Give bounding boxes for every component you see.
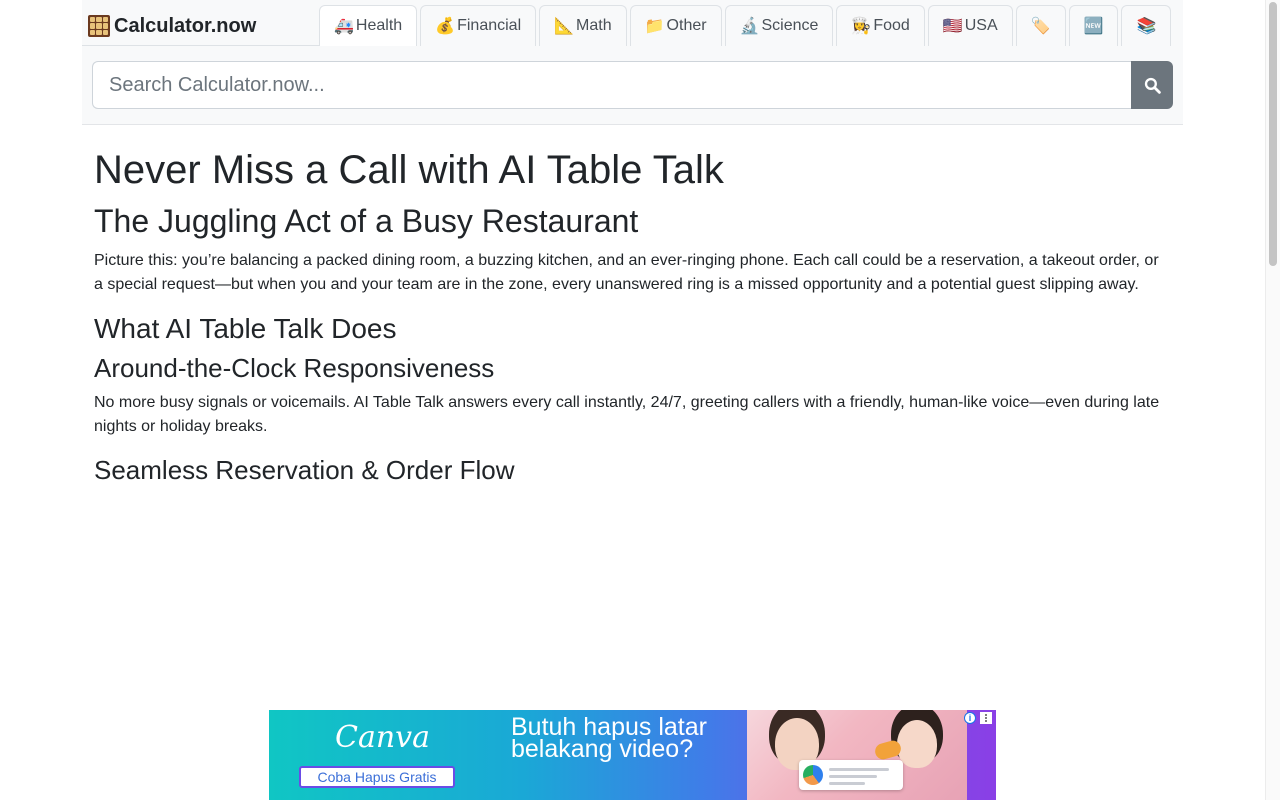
- tab-label: Science: [761, 17, 819, 34]
- ad-app-card: [799, 760, 903, 790]
- site-name: Calculator.now: [114, 14, 257, 37]
- ad-headline: Butuh hapus latar belakang video?: [511, 713, 707, 763]
- tab-divider: [82, 45, 319, 46]
- us-flag-icon: 🇺🇸: [942, 18, 963, 35]
- section-heading-what: What AI Table Talk Does: [94, 313, 397, 344]
- ad-cta-button[interactable]: Coba Hapus Gratis: [299, 766, 455, 788]
- section-heading-juggling: The Juggling Act of a Busy Restaurant: [94, 203, 639, 239]
- search-bar: [92, 61, 1173, 109]
- ad-image: [747, 710, 967, 800]
- tab-science[interactable]: 🔬 Science: [724, 5, 834, 46]
- search-input[interactable]: [92, 61, 1131, 109]
- money-bag-icon: 💰: [435, 18, 456, 35]
- ad-sticker: [873, 738, 903, 762]
- tab-new[interactable]: 🆕: [1068, 5, 1119, 46]
- tab-label: Math: [576, 17, 612, 34]
- tab-health[interactable]: 🚑 Health: [319, 5, 418, 46]
- scrollbar-thumb[interactable]: [1269, 2, 1277, 266]
- tab-other[interactable]: 📁 Other: [629, 5, 722, 46]
- tag-icon: 🏷️: [1030, 18, 1051, 35]
- tab-deals[interactable]: 🏷️: [1015, 5, 1066, 46]
- tab-food[interactable]: 👩‍🍳 Food: [836, 5, 925, 46]
- cook-icon: 👩‍🍳: [851, 18, 872, 35]
- tab-label: Other: [666, 17, 707, 34]
- article: Never Miss a Call with AI Table Talk The…: [94, 147, 1169, 493]
- ad-card-text-line: [829, 782, 865, 785]
- ad-banner[interactable]: Canva Coba Hapus Gratis Butuh hapus lata…: [269, 710, 996, 800]
- category-tabs: 🚑 Health 💰 Financial 📐 Math 📁 Other 🔬 Sc…: [319, 5, 1172, 46]
- tab-usa[interactable]: 🇺🇸 USA: [927, 5, 1013, 46]
- tab-financial[interactable]: 💰 Financial: [420, 5, 537, 46]
- tab-math[interactable]: 📐 Math: [539, 5, 627, 46]
- tab-label: Health: [355, 17, 403, 34]
- ad-card-text-line: [829, 775, 877, 778]
- ad-app-icon: [803, 765, 823, 785]
- tab-label: Food: [873, 17, 910, 34]
- ad-card-text-line: [829, 768, 889, 771]
- page-title: Never Miss a Call with AI Table Talk: [94, 148, 724, 192]
- subsection-heading-seamless: Seamless Reservation & Order Flow: [94, 455, 515, 485]
- tab-label: Financial: [457, 17, 522, 34]
- ad-info-icon[interactable]: i: [964, 712, 976, 724]
- ambulance-icon: 🚑: [334, 18, 354, 35]
- page-scrollbar[interactable]: [1265, 0, 1280, 800]
- microscope-icon: 🔬: [739, 18, 760, 35]
- ad-brand-logo: Canva: [335, 720, 430, 755]
- tab-books[interactable]: 📚: [1121, 5, 1172, 46]
- ad-menu-icon[interactable]: [980, 712, 992, 724]
- triangle-ruler-icon: 📐: [554, 18, 575, 35]
- tab-label: USA: [964, 17, 998, 34]
- subsection-paragraph-around: No more busy signals or voicemails. AI T…: [94, 394, 1160, 435]
- site-logo[interactable]: Calculator.now: [88, 8, 256, 44]
- books-icon: 📚: [1136, 18, 1157, 35]
- search-icon: [1144, 77, 1161, 94]
- new-icon: 🆕: [1083, 18, 1104, 35]
- subsection-heading-around: Around-the-Clock Responsiveness: [94, 353, 495, 383]
- section-paragraph-juggling: Picture this: you’re balancing a packed …: [94, 252, 1159, 293]
- search-button[interactable]: [1131, 61, 1173, 109]
- abacus-icon: [88, 15, 110, 37]
- folder-icon: 📁: [644, 18, 665, 35]
- ad-person-image: [897, 720, 937, 768]
